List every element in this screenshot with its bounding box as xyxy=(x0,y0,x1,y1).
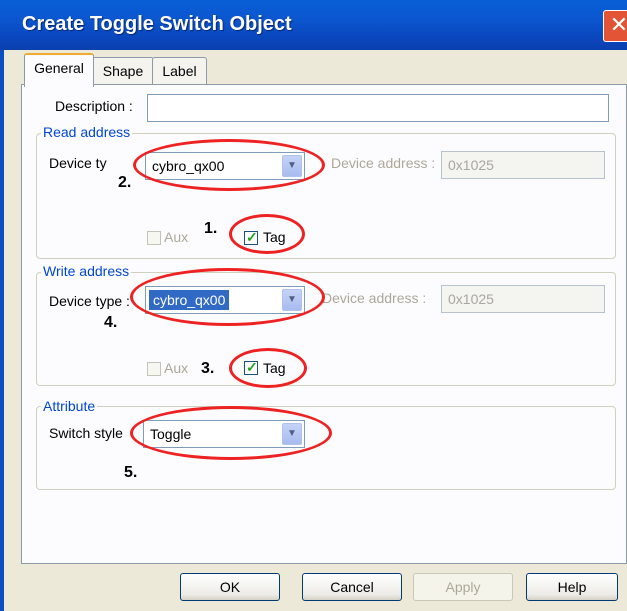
tab-label[interactable]: Label xyxy=(152,57,207,85)
read-aux-checkbox[interactable] xyxy=(147,231,161,245)
annotation-1: 1. xyxy=(204,220,218,237)
window-border-left xyxy=(0,50,4,611)
write-device-address-field[interactable]: 0x1025 xyxy=(441,285,605,313)
annotation-oval-4 xyxy=(130,268,325,326)
write-device-address-label: Device address : xyxy=(322,290,427,306)
apply-button[interactable]: Apply xyxy=(413,573,513,601)
annotation-4: 4. xyxy=(104,314,118,331)
write-device-type-label: Device type : xyxy=(49,293,130,309)
annotation-2: 2. xyxy=(118,174,132,191)
tab-general-label: General xyxy=(34,60,84,76)
annotation-oval-5 xyxy=(130,406,332,460)
write-aux-checkbox[interactable] xyxy=(147,362,161,376)
description-label: Description : xyxy=(55,98,133,114)
annotation-5: 5. xyxy=(124,464,138,481)
read-device-type-label: Device ty xyxy=(49,155,107,171)
tab-shape[interactable]: Shape xyxy=(92,57,154,85)
read-address-group-label: Read address xyxy=(41,124,133,140)
tab-label-label: Label xyxy=(162,63,197,79)
annotation-oval-2 xyxy=(133,139,325,191)
description-input[interactable] xyxy=(147,94,609,122)
read-device-address-field[interactable]: 0x1025 xyxy=(441,151,605,179)
cancel-button[interactable]: Cancel xyxy=(302,573,402,601)
tab-shape-label: Shape xyxy=(102,63,144,79)
close-button[interactable]: ✕ xyxy=(603,10,627,42)
window-title: Create Toggle Switch Object xyxy=(22,13,292,35)
annotation-oval-1 xyxy=(229,214,305,254)
dialog-window: Create Toggle Switch Object ✕ General Sh… xyxy=(0,0,627,611)
write-address-group-label: Write address xyxy=(41,263,132,279)
switch-style-label: Switch style xyxy=(49,425,123,441)
ok-button[interactable]: OK xyxy=(180,573,280,601)
close-icon: ✕ xyxy=(609,13,627,38)
read-aux-label: Aux xyxy=(164,229,189,245)
attribute-group xyxy=(36,406,616,490)
help-button[interactable]: Help xyxy=(526,573,618,601)
annotation-3: 3. xyxy=(201,360,215,377)
write-aux-label: Aux xyxy=(164,360,189,376)
read-device-address-label: Device address : xyxy=(331,155,436,171)
tab-general[interactable]: General xyxy=(24,53,94,87)
attribute-group-label: Attribute xyxy=(41,398,98,414)
annotation-oval-3 xyxy=(229,348,307,388)
